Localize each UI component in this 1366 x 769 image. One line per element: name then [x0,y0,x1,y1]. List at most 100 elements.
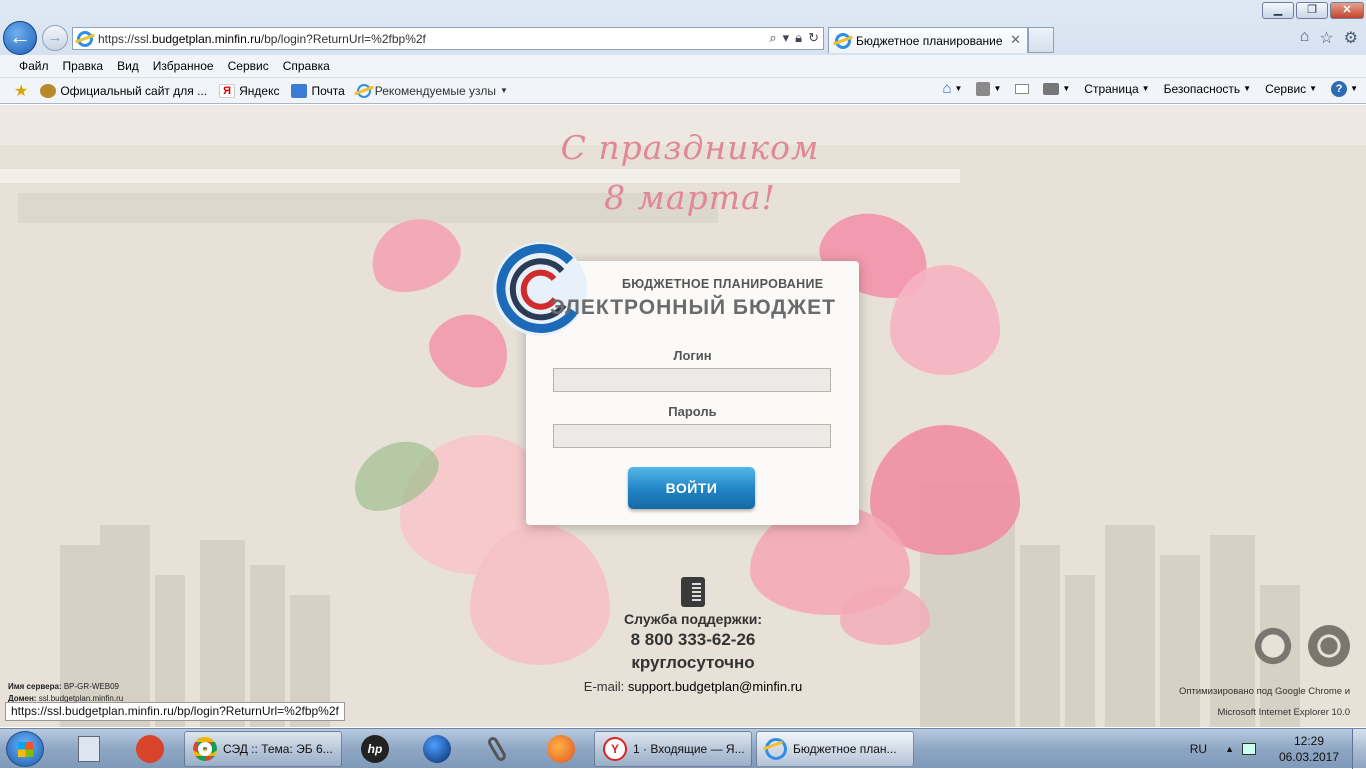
holiday-greeting: С праздником 8 марта! [560,128,820,217]
close-tab-icon[interactable]: ✕ [1010,32,1021,48]
taskbar-yandex-window[interactable]: Y1 · Входящие — Я... [594,731,752,767]
support-title: Служба поддержки: [624,611,762,627]
back-button[interactable]: ← [3,21,37,55]
command-bar: ⌂ ▼ ▼ ▼ Страница ▼ Безопасность ▼ Сервис ▼ ?… [942,80,1358,97]
favorite-official-site[interactable]: Официальный сайт для ... [40,83,207,98]
globe-icon [423,735,451,763]
language-indicator[interactable]: RU [1190,742,1207,756]
support-email-label: E-mail: [583,679,625,694]
support-email-link[interactable]: support.budgetplan@minfin.ru [628,679,802,694]
gear-icon[interactable]: ⚙ [1344,28,1358,48]
favorite-yandex[interactable]: Я Яндекс [219,83,279,98]
favorites-star-icon[interactable]: ☆ [1319,28,1333,48]
add-favorite-button[interactable]: ★ [14,81,28,101]
menu-favorites[interactable]: Избранное [146,59,221,73]
browser-optimization-note: Оптимизировано под Google Chrome и Micro… [1178,686,1350,718]
ie-icon [765,738,787,760]
forward-button[interactable]: → [42,25,68,51]
login-button[interactable]: ВОЙТИ [628,467,755,509]
feeds-command[interactable]: ▼ [976,81,1002,96]
hp-icon: hp [361,735,389,763]
taskbar-calculator[interactable] [64,731,114,767]
clock[interactable]: 12:29 06.03.2017 [1266,733,1352,765]
home-icon: ⌂ [942,80,952,97]
browser-chrome: ▁ ❐ ✕ ← → https://ssl.budgetplan.minfin.… [0,0,1366,104]
minimize-button[interactable]: ▁ [1262,2,1294,19]
menu-help[interactable]: Справка [276,59,337,73]
address-tools: ⌕ ▾ 🔒︎ ↻ [769,30,819,46]
menu-bar: Файл Правка Вид Избранное Сервис Справка [0,55,1366,77]
envelope-icon [1015,83,1030,94]
chevron-down-icon: ▼ [993,84,1002,93]
show-desktop-button[interactable] [1352,729,1366,769]
yandex-icon: Я [219,83,236,98]
paperclip-icon [486,735,508,763]
chevron-down-icon: ▼ [1141,84,1150,93]
login-label: Логин [673,348,712,363]
home-icon[interactable]: ⌂ [1300,28,1310,48]
ie-logo-icon [1252,625,1294,667]
ie-icon [356,83,371,98]
taskbar-app-red[interactable] [125,731,175,767]
taskbar-firefox[interactable] [536,731,586,767]
refresh-icon[interactable]: ↻ [808,30,819,46]
chevron-down-icon: ▼ [954,84,963,93]
favorite-suggested-sites[interactable]: Рекомендуемые узлы ▼ [356,83,508,98]
chevron-down-icon: ▼ [499,86,508,95]
close-window-button[interactable]: ✕ [1330,2,1364,19]
chevron-down-icon: ▼ [1062,84,1071,93]
taskbar-paperclip[interactable] [472,731,522,767]
start-button[interactable] [6,731,44,767]
telephone-icon [681,577,705,607]
print-command[interactable]: ▼ [1043,82,1071,95]
new-tab-button[interactable] [1028,27,1054,53]
page-menu[interactable]: Страница ▼ [1084,82,1149,96]
password-input[interactable] [553,424,831,448]
chevron-down-icon: ▼ [1243,84,1252,93]
browser-logos [1252,625,1350,667]
tab-budget-planning[interactable]: Бюджетное планирование ✕ [828,27,1028,53]
login-card: БЮДЖЕТНОЕ ПЛАНИРОВАНИЕ ЭЛЕКТРОННЫЙ БЮДЖЕ… [493,242,859,525]
calculator-icon [78,736,100,762]
status-bar-url: https://ssl.budgetplan.minfin.ru/bp/logi… [5,702,345,721]
window-controls: ▁ ❐ ✕ [1262,2,1364,19]
support-block: Служба поддержки: 8 800 333-62-26 кругло… [570,577,816,694]
taskbar-ie-window[interactable]: Бюджетное план... [756,731,914,767]
budget-logo-icon [493,242,587,336]
favorite-mail[interactable]: Почта [291,83,345,98]
network-icon[interactable] [1242,743,1256,755]
chevron-down-icon: ▼ [1350,84,1358,93]
address-bar[interactable]: https://ssl.budgetplan.minfin.ru/bp/logi… [72,27,824,50]
menu-view[interactable]: Вид [110,59,146,73]
menu-file[interactable]: Файл [12,59,56,73]
search-icon[interactable]: ⌕ [769,30,776,46]
ie-page-icon [77,30,93,47]
browser-tools: ⌂ ☆ ⚙ [1300,28,1358,48]
mail-icon [291,83,308,98]
mail-command[interactable] [1015,83,1030,94]
tray-expand-icon[interactable]: ▲ [1225,744,1234,754]
rss-icon [976,81,991,96]
ie-tab-icon [835,32,851,49]
service-menu[interactable]: Сервис ▼ [1265,82,1317,96]
support-phone: 8 800 333-62-26 [630,630,756,649]
chevron-down-icon[interactable]: ▾ [783,30,790,46]
home-command[interactable]: ⌂ ▼ [942,80,962,97]
help-menu[interactable]: ? ▼ [1331,80,1358,97]
security-menu[interactable]: Безопасность ▼ [1164,82,1251,96]
help-icon: ? [1331,80,1348,97]
app-icon [136,735,164,763]
support-hours: круглосуточно [631,653,755,672]
tab-title: Бюджетное планирование [856,33,1003,48]
address-url: https://ssl.budgetplan.minfin.ru/bp/logi… [98,31,426,46]
login-input[interactable] [553,368,831,392]
taskbar-chrome-window[interactable]: СЭД :: Тема: ЭБ 6... [184,731,342,767]
restore-button[interactable]: ❐ [1296,2,1328,19]
lock-icon[interactable]: 🔒︎ [795,30,802,46]
yandex-browser-icon: Y [603,737,627,761]
taskbar-hp[interactable]: hp [350,731,400,767]
taskbar-globe[interactable] [412,731,462,767]
menu-tools[interactable]: Сервис [221,59,276,73]
chrome-icon [193,737,217,761]
menu-edit[interactable]: Правка [56,59,111,73]
